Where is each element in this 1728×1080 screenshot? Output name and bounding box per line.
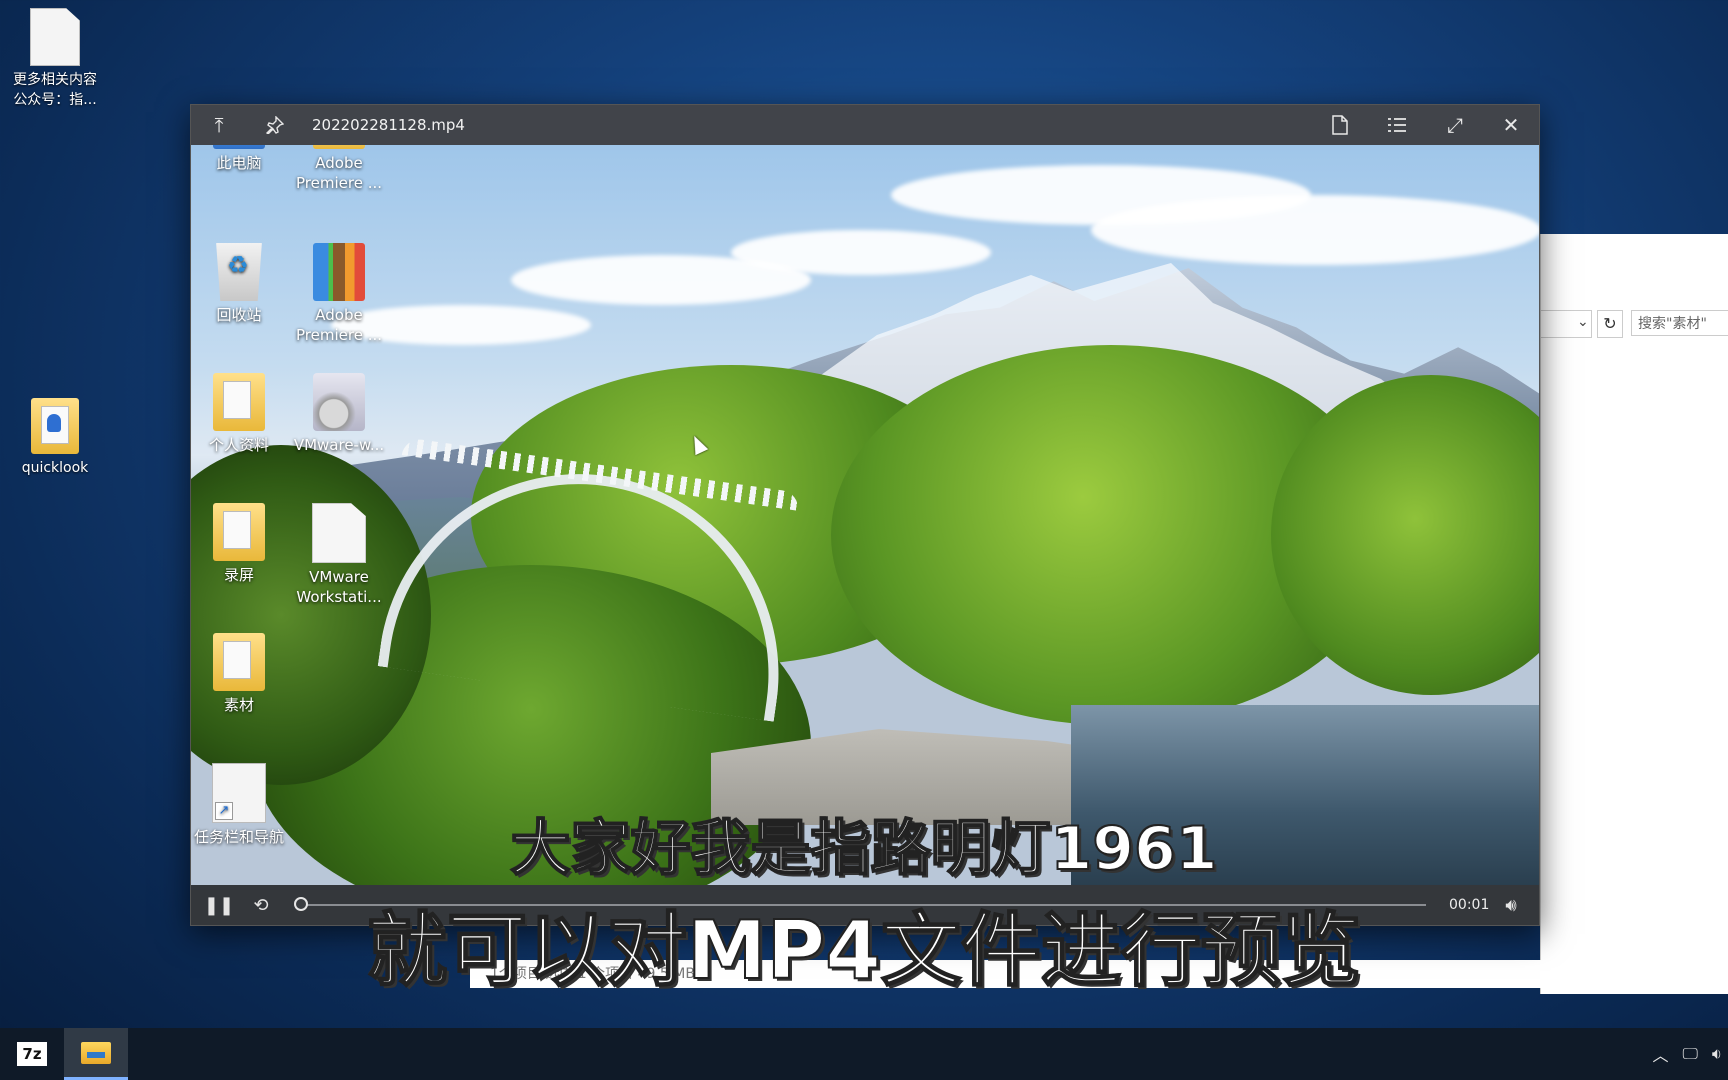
- pin-icon[interactable]: [253, 105, 297, 145]
- video-icon-recycle-bin: 回收站: [191, 243, 287, 325]
- desktop-icon-quicklook[interactable]: quicklook: [0, 398, 110, 478]
- open-file-icon[interactable]: [1318, 105, 1362, 145]
- close-icon[interactable]: ✕: [1489, 105, 1533, 145]
- video-icon-this-pc: 此电脑: [191, 145, 287, 173]
- file-explorer-icon: [81, 1041, 111, 1064]
- desktop-icon-label: quicklook: [21, 460, 89, 476]
- window-title: 202202281128.mp4: [312, 116, 465, 134]
- speaker-icon[interactable]: 🔉︎: [1712, 1044, 1722, 1064]
- chevron-down-icon[interactable]: ⌄: [1577, 314, 1589, 330]
- video-icon-materials-folder: 素材: [191, 633, 287, 715]
- folder-icon: [31, 398, 79, 454]
- search-input[interactable]: 搜索"素材": [1631, 310, 1728, 336]
- video-icon-vmware-workstation: VMware Workstati...: [291, 503, 387, 607]
- network-icon[interactable]: 🖵︎: [1682, 1044, 1697, 1064]
- title-bar[interactable]: ⤒ 202202281128.mp4 ⤢ ✕: [191, 105, 1539, 145]
- subtitle-line-1: 大家好我是指路明灯1961: [510, 813, 1219, 885]
- desktop-icon-document[interactable]: 更多相关内容 公众号：指...: [0, 8, 110, 110]
- video-frame[interactable]: 此电脑 Adobe Premiere ... 回收站 Adobe Premier…: [191, 145, 1539, 885]
- system-tray: ︿ 🖵︎ 🔉︎: [1652, 1028, 1728, 1080]
- fullscreen-icon[interactable]: ⤢: [1433, 105, 1477, 145]
- taskbar-file-explorer[interactable]: [64, 1028, 128, 1080]
- taskbar-7zip[interactable]: 7z: [0, 1028, 64, 1080]
- taskbar: 7z ︿ 🖵︎ 🔉︎: [0, 1028, 1728, 1080]
- video-icon-recording-folder: 录屏: [191, 503, 287, 585]
- 7zip-icon: 7z: [17, 1042, 47, 1066]
- list-icon[interactable]: [1375, 105, 1419, 145]
- keep-on-top-icon[interactable]: ⤒: [197, 105, 241, 145]
- chevron-up-icon[interactable]: ︿: [1652, 1042, 1668, 1066]
- video-icon-vmware-installer: VMware-w...: [291, 373, 387, 455]
- video-icon-premiere-archive: Adobe Premiere ...: [291, 243, 387, 345]
- subtitle-line-2: 就可以对MP4文件进行预览: [366, 903, 1362, 998]
- video-icon-personal-folder: 个人资料: [191, 373, 287, 455]
- refresh-icon[interactable]: ↻: [1597, 310, 1623, 338]
- video-icon-premiere: Adobe Premiere ...: [291, 145, 387, 193]
- desktop-icon-label: 更多相关内容 公众号：指...: [13, 72, 97, 108]
- document-icon: [30, 8, 80, 66]
